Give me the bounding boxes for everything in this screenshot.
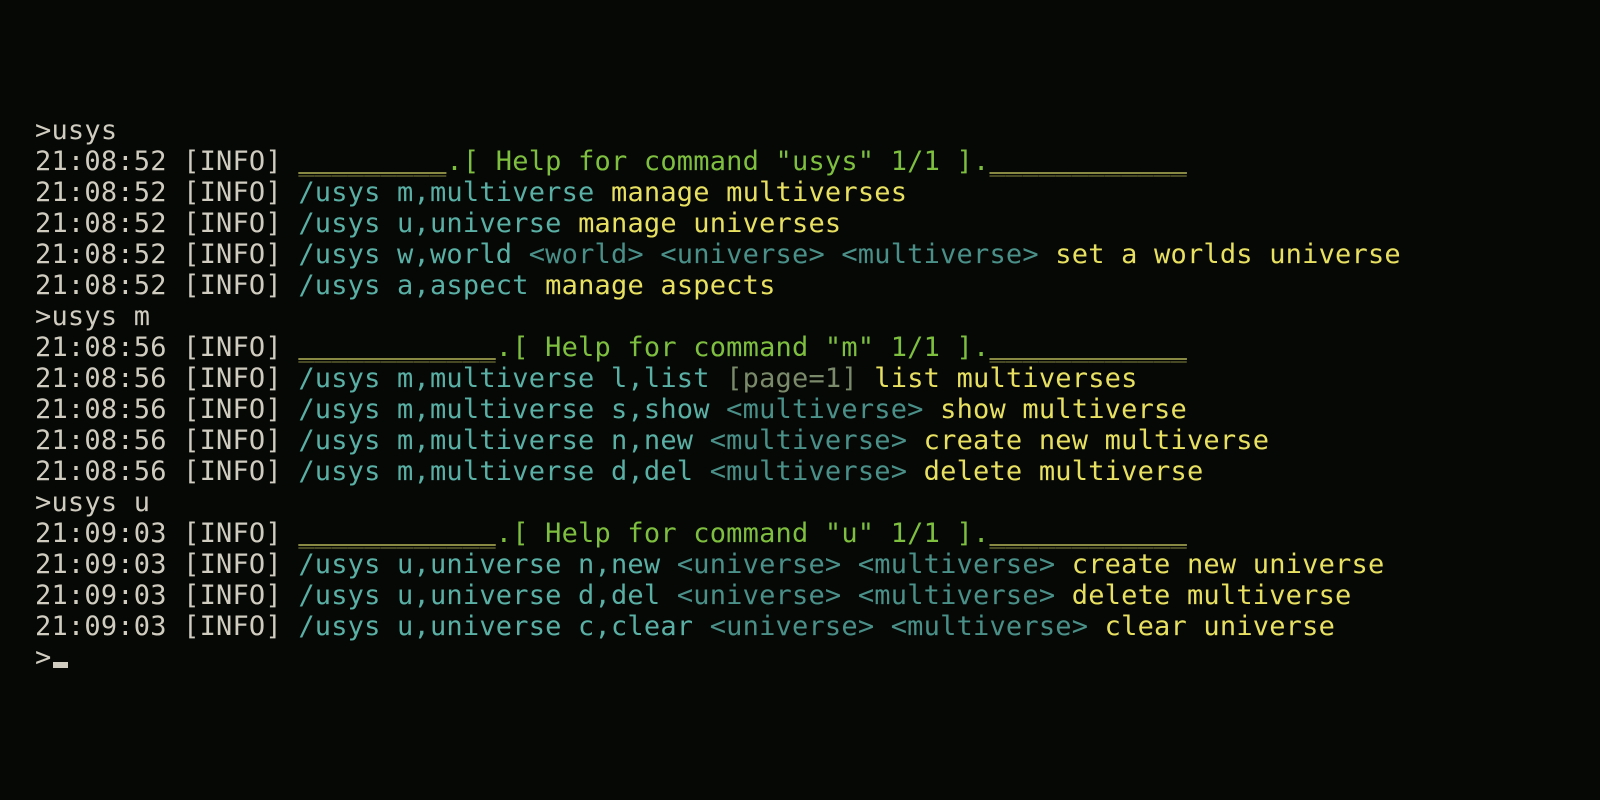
help-command: /usys u,universe (298, 208, 561, 239)
help-command: /usys w,world (298, 239, 512, 270)
help-args: <universe> <multiverse> (710, 611, 1088, 642)
help-divider: ____________ (989, 146, 1186, 177)
log-level: [INFO] (183, 177, 298, 208)
prompt-char: > (35, 642, 51, 673)
help-divider: _________ (298, 146, 446, 177)
terminal-line: >usys m (35, 301, 1600, 332)
log-level: [INFO] (183, 611, 298, 642)
help-divider: ____________ (298, 332, 495, 363)
timestamp: 21:08:52 (35, 270, 183, 301)
help-args: <multiverse> (726, 394, 923, 425)
timestamp: 21:09:03 (35, 549, 183, 580)
timestamp: 21:08:52 (35, 208, 183, 239)
log-level: [INFO] (183, 239, 298, 270)
help-args: <universe> <multiverse> (677, 580, 1055, 611)
terminal-line: 21:08:52 [INFO] _________.[ Help for com… (35, 146, 1600, 177)
help-optional: [page=1] (726, 363, 858, 394)
help-args: <universe> <multiverse> (677, 549, 1055, 580)
terminal-line: 21:09:03 [INFO] ____________.[ Help for … (35, 518, 1600, 549)
terminal-line: >usys u (35, 487, 1600, 518)
log-level: [INFO] (183, 518, 298, 549)
log-level: [INFO] (183, 208, 298, 239)
timestamp: 21:08:52 (35, 177, 183, 208)
typed-command: usys m (51, 301, 150, 332)
help-command: /usys u,universe d,del (298, 580, 660, 611)
terminal-line: 21:08:56 [INFO] ____________.[ Help for … (35, 332, 1600, 363)
help-description: delete multiverse (1072, 580, 1352, 611)
typed-command: usys (51, 115, 117, 146)
cursor[interactable] (53, 662, 68, 668)
timestamp: 21:08:56 (35, 456, 183, 487)
terminal-line: > (35, 642, 1600, 673)
timestamp: 21:09:03 (35, 611, 183, 642)
help-command: /usys u,universe n,new (298, 549, 660, 580)
log-level: [INFO] (183, 270, 298, 301)
help-description: manage universes (578, 208, 841, 239)
log-level: [INFO] (183, 549, 298, 580)
help-command: /usys m,multiverse (298, 177, 594, 208)
help-command: /usys m,multiverse d,del (298, 456, 693, 487)
log-level: [INFO] (183, 456, 298, 487)
help-divider: ____________ (989, 518, 1186, 549)
terminal-line: 21:08:56 [INFO] /usys m,multiverse s,sho… (35, 394, 1600, 425)
terminal-line: 21:08:52 [INFO] /usys a,aspect manage as… (35, 270, 1600, 301)
help-args: <multiverse> (710, 425, 907, 456)
help-command: /usys a,aspect (298, 270, 528, 301)
log-level: [INFO] (183, 394, 298, 425)
timestamp: 21:08:56 (35, 394, 183, 425)
help-command: /usys u,universe c,clear (298, 611, 693, 642)
terminal-line: 21:08:52 [INFO] /usys m,multiverse manag… (35, 177, 1600, 208)
terminal-line: 21:09:03 [INFO] /usys u,universe d,del <… (35, 580, 1600, 611)
help-args: <multiverse> (710, 456, 907, 487)
terminal-line: 21:08:56 [INFO] /usys m,multiverse d,del… (35, 456, 1600, 487)
help-description: manage aspects (545, 270, 775, 301)
terminal-line: 21:08:56 [INFO] /usys m,multiverse n,new… (35, 425, 1600, 456)
help-description: set a worlds universe (1055, 239, 1401, 270)
timestamp: 21:08:56 (35, 363, 183, 394)
timestamp: 21:09:03 (35, 518, 183, 549)
help-divider: ____________ (989, 332, 1186, 363)
help-description: delete multiverse (924, 456, 1204, 487)
timestamp: 21:08:52 (35, 239, 183, 270)
help-description: list multiverses (874, 363, 1137, 394)
terminal-line: 21:08:52 [INFO] /usys u,universe manage … (35, 208, 1600, 239)
terminal-line: >usys (35, 115, 1600, 146)
help-divider: ____________ (298, 518, 495, 549)
prompt-char: > (35, 115, 51, 146)
prompt-char: > (35, 487, 51, 518)
help-description: manage multiverses (611, 177, 907, 208)
terminal-line: 21:09:03 [INFO] /usys u,universe c,clear… (35, 611, 1600, 642)
log-level: [INFO] (183, 363, 298, 394)
log-level: [INFO] (183, 332, 298, 363)
log-level: [INFO] (183, 146, 298, 177)
typed-command: usys u (51, 487, 150, 518)
timestamp: 21:08:52 (35, 146, 183, 177)
timestamp: 21:08:56 (35, 332, 183, 363)
timestamp: 21:09:03 (35, 580, 183, 611)
help-command: /usys m,multiverse s,show (298, 394, 709, 425)
help-header: .[ Help for command "u" 1/1 ]. (496, 518, 990, 549)
help-command: /usys m,multiverse l,list (298, 363, 709, 394)
help-description: create new multiverse (924, 425, 1270, 456)
help-args: <world> <universe> <multiverse> (529, 239, 1039, 270)
help-description: show multiverse (940, 394, 1187, 425)
log-level: [INFO] (183, 580, 298, 611)
terminal-line: 21:09:03 [INFO] /usys u,universe n,new <… (35, 549, 1600, 580)
terminal-output[interactable]: >usys21:08:52 [INFO] _________.[ Help fo… (0, 0, 1600, 673)
help-description: clear universe (1105, 611, 1335, 642)
prompt-char: > (35, 301, 51, 332)
timestamp: 21:08:56 (35, 425, 183, 456)
terminal-line: 21:08:52 [INFO] /usys w,world <world> <u… (35, 239, 1600, 270)
terminal-line: 21:08:56 [INFO] /usys m,multiverse l,lis… (35, 363, 1600, 394)
help-command: /usys m,multiverse n,new (298, 425, 693, 456)
help-description: create new universe (1072, 549, 1385, 580)
help-header: .[ Help for command "usys" 1/1 ]. (446, 146, 989, 177)
help-header: .[ Help for command "m" 1/1 ]. (496, 332, 990, 363)
log-level: [INFO] (183, 425, 298, 456)
